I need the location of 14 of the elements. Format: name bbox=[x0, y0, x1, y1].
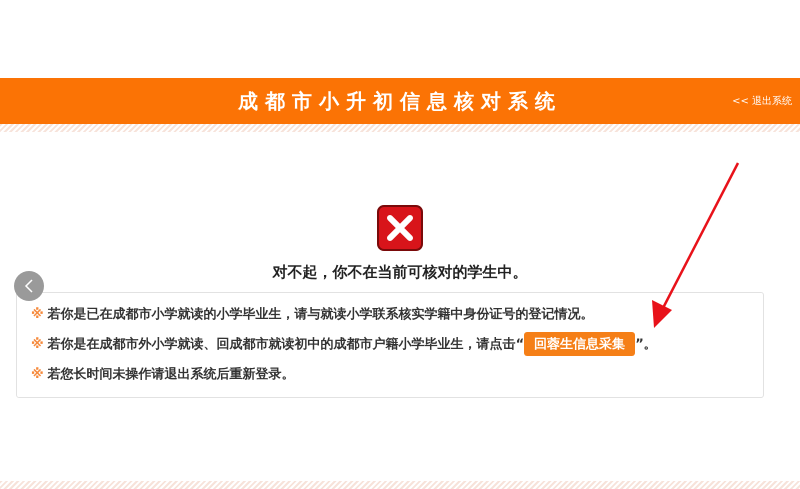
note-marker: ※ bbox=[31, 366, 44, 382]
note-text: 若你是已在成都市小学就读的小学毕业生，请与就读小学联系核实学籍中身份证号的登记情况。 bbox=[48, 306, 594, 323]
note-marker: ※ bbox=[31, 336, 44, 352]
error-message: 对不起，你不在当前可核对的学生中。 bbox=[272, 263, 528, 282]
note-text: 若您长时间未操作请退出系统后重新登录。 bbox=[48, 366, 295, 383]
error-icon bbox=[377, 205, 423, 251]
info-collect-button[interactable]: 回蓉生信息采集 bbox=[524, 332, 636, 356]
note-marker: ※ bbox=[31, 306, 44, 322]
chevron-left-icon bbox=[24, 279, 34, 293]
note-text: ”。 bbox=[635, 336, 657, 353]
page-title: 成都市小升初信息核对系统 bbox=[238, 88, 562, 114]
note-text: 若你是在成都市外小学就读、回成都市就读初中的成都市户籍小学毕业生，请点击“ bbox=[48, 336, 524, 353]
back-button[interactable] bbox=[14, 271, 44, 301]
logout-link[interactable]: << 退出系统 bbox=[732, 94, 792, 108]
